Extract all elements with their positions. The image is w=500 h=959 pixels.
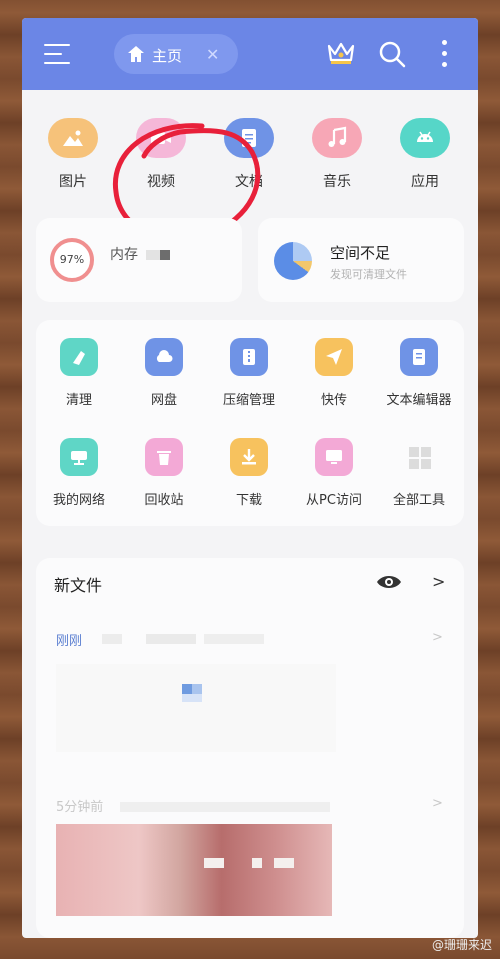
category-images[interactable]: 图片 xyxy=(28,118,118,191)
blurred-photo-detail xyxy=(274,858,294,868)
chevron-right-icon[interactable]: > xyxy=(432,572,445,591)
tool-label: 下载 xyxy=(235,493,262,508)
blurred-icon xyxy=(182,694,202,702)
tool-zip[interactable]: 压缩管理 xyxy=(206,338,292,408)
blurred-text xyxy=(120,802,330,812)
blurred-photo-detail xyxy=(252,858,262,868)
blurred-icon xyxy=(192,684,202,694)
blurred-icon xyxy=(182,684,192,694)
close-icon[interactable]: ✕ xyxy=(206,45,219,64)
tool-quick-send[interactable]: 快传 xyxy=(291,338,377,408)
category-label: 图片 xyxy=(59,174,87,190)
home-icon xyxy=(128,46,144,62)
new-files-title: 新文件 xyxy=(54,576,103,595)
category-label: 应用 xyxy=(411,174,439,190)
category-apps[interactable]: 应用 xyxy=(380,118,470,191)
menu-icon[interactable] xyxy=(44,44,70,64)
search-icon[interactable] xyxy=(378,40,406,68)
storage-pie-icon xyxy=(274,242,312,280)
tool-cloud-drive[interactable]: 网盘 xyxy=(121,338,207,408)
blurred-photo-detail xyxy=(204,858,224,868)
watermark: @珊珊来迟 xyxy=(431,938,492,952)
tool-all-tools[interactable]: 全部工具 xyxy=(376,438,462,508)
top-bar: 主页 ✕ xyxy=(22,18,478,90)
tab-home-label: 主页 xyxy=(152,47,183,65)
cloud-drive-icon xyxy=(145,338,183,376)
tool-label: 全部工具 xyxy=(392,493,445,508)
file-group-time: 5分钟前 xyxy=(56,800,104,815)
space-title: 空间不足 xyxy=(330,244,391,262)
image-icon xyxy=(48,118,98,158)
grid-icon xyxy=(400,438,438,476)
zip-icon xyxy=(230,338,268,376)
tool-text-editor[interactable]: 文本编辑器 xyxy=(376,338,462,408)
blurred-text xyxy=(102,634,122,644)
photo-thumbnails[interactable] xyxy=(56,824,332,916)
download-icon xyxy=(230,438,268,476)
blurred-text xyxy=(204,634,264,644)
network-icon xyxy=(60,438,98,476)
send-icon xyxy=(315,338,353,376)
tool-label: 压缩管理 xyxy=(222,393,275,408)
broom-icon xyxy=(60,338,98,376)
tool-my-network[interactable]: 我的网络 xyxy=(36,438,122,508)
tool-label: 文本编辑器 xyxy=(386,393,452,408)
tool-label: 网盘 xyxy=(150,393,177,408)
category-label: 音乐 xyxy=(323,174,351,190)
memory-usage-ring: 97% xyxy=(50,238,94,282)
blurred-text xyxy=(146,634,196,644)
trash-icon xyxy=(145,438,183,476)
music-icon xyxy=(312,118,362,158)
chevron-right-icon[interactable]: > xyxy=(432,630,443,645)
memory-card[interactable]: 97% 内存 xyxy=(36,218,242,302)
tab-home[interactable]: 主页 ✕ xyxy=(114,34,238,74)
tool-label: 快传 xyxy=(320,393,347,408)
tool-download[interactable]: 下载 xyxy=(206,438,292,508)
file-thumbnail[interactable] xyxy=(56,664,336,752)
space-card[interactable]: 空间不足 发现可清理文件 xyxy=(258,218,464,302)
file-group-time: 刚刚 xyxy=(56,634,83,649)
eye-icon[interactable] xyxy=(376,572,402,592)
phone-screen: 主页 ✕ 图片 视频 文档 音乐 应用 97% 内存 空间不足 发现可清理文件 … xyxy=(22,18,478,938)
tool-label: 回收站 xyxy=(144,493,184,508)
tool-label: 清理 xyxy=(65,393,92,408)
pc-access-icon xyxy=(315,438,353,476)
crown-icon[interactable] xyxy=(326,40,356,66)
blurred-text xyxy=(146,250,160,260)
space-subtitle: 发现可清理文件 xyxy=(330,268,407,281)
new-files-section: 新文件 > 刚刚 > 5分钟前 > xyxy=(36,558,464,938)
tool-label: 从PC访问 xyxy=(306,493,362,508)
text-editor-icon xyxy=(400,338,438,376)
tool-recycle-bin[interactable]: 回收站 xyxy=(121,438,207,508)
tool-clean[interactable]: 清理 xyxy=(36,338,122,408)
more-vertical-icon[interactable] xyxy=(442,40,448,68)
blurred-text xyxy=(160,250,170,260)
memory-label: 内存 xyxy=(110,247,138,263)
android-icon xyxy=(400,118,450,158)
chevron-right-icon[interactable]: > xyxy=(432,796,443,811)
tools-grid: 清理 网盘 压缩管理 快传 文本编辑器 我的网络 回收站 下载 从PC访问 全部… xyxy=(36,320,464,526)
category-music[interactable]: 音乐 xyxy=(292,118,382,191)
tool-label: 我的网络 xyxy=(52,493,105,508)
tool-pc-access[interactable]: 从PC访问 xyxy=(291,438,377,508)
